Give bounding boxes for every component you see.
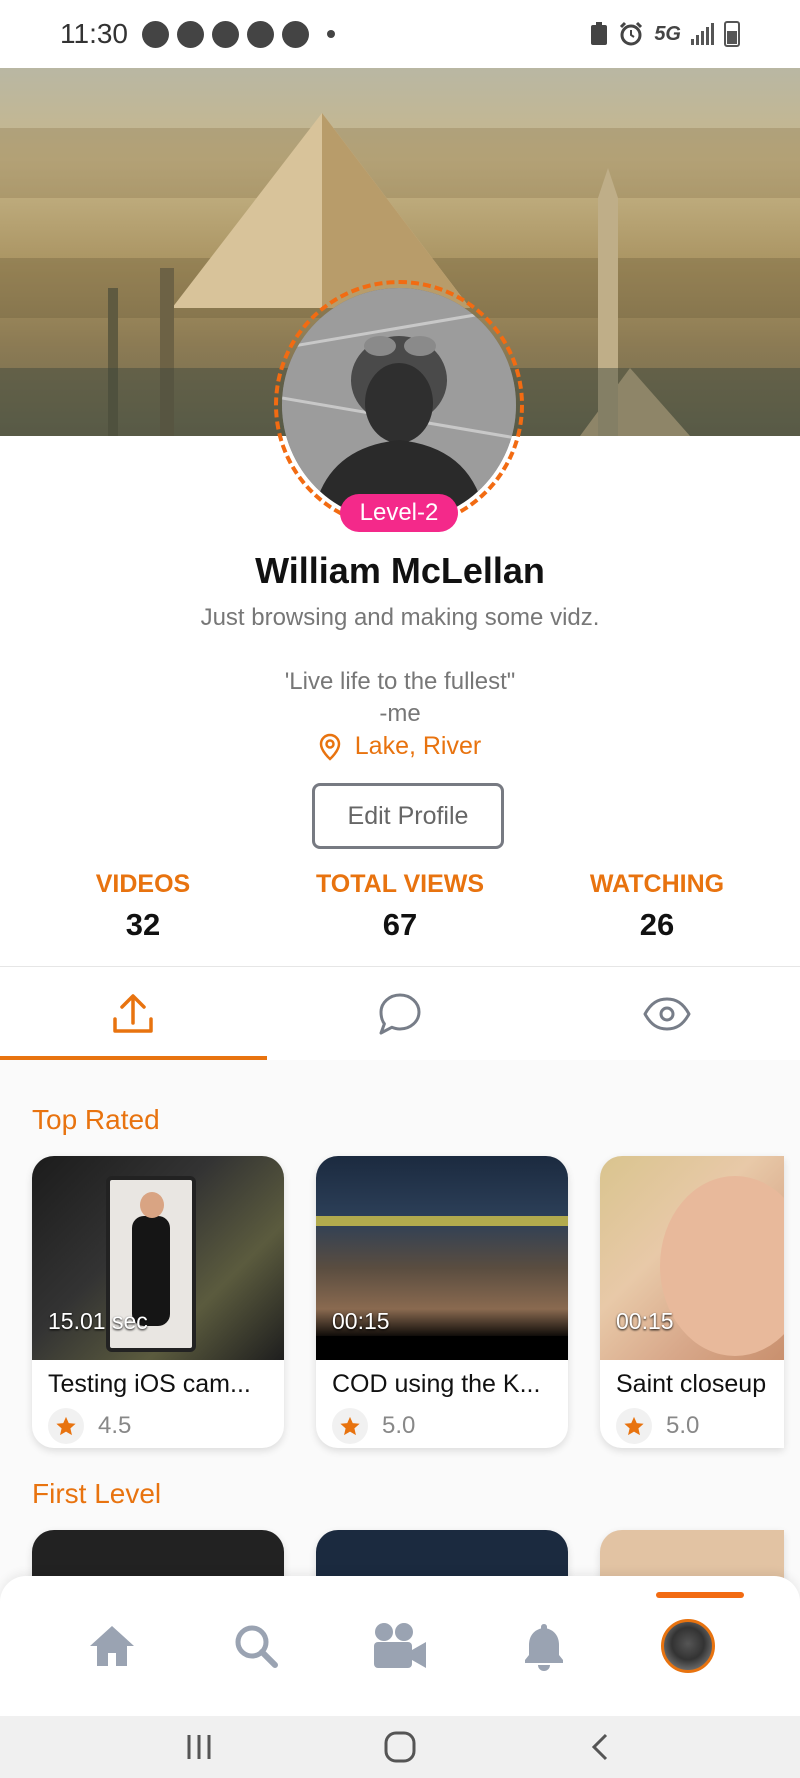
alarm-icon [620,21,643,46]
nav-notifications[interactable] [504,1606,584,1686]
video-duration: 15.01 sec [48,1308,148,1334]
video-card[interactable]: 00:15 COD using the K... 5.0 [316,1156,568,1448]
nav-record[interactable] [360,1606,440,1686]
tab-watching[interactable] [533,967,800,1060]
level-badge: Level-2 [340,494,458,532]
stat-label: WATCHING [589,870,725,898]
video-camera-icon [374,1623,426,1668]
map-pin-icon [319,733,341,761]
stat-videos[interactable]: VIDEOS 32 [0,870,286,943]
chrome-icon [212,20,239,48]
profile-bio: Just browsing and making some vidz. [200,604,600,631]
video-card[interactable]: 15.01 sec Testing iOS cam... 4.5 [32,1156,284,1448]
chrome-icon [247,20,274,48]
recent-apps-icon[interactable] [184,1732,214,1762]
section-title-top-rated: Top Rated [32,1104,160,1135]
status-time: 11:30 [60,18,128,49]
stat-value: 26 [639,907,675,942]
search-icon [235,1625,278,1668]
upload-icon [113,993,154,1033]
profile-avatar[interactable] [282,288,516,522]
stat-watching[interactable]: WATCHING 26 [514,870,800,943]
notification-icons [142,20,335,48]
nav-profile[interactable] [648,1592,744,1686]
home-button-icon[interactable] [383,1730,417,1764]
stat-total-views[interactable]: TOTAL VIEWS 67 [286,870,514,943]
tab-comments[interactable] [267,967,534,1060]
signal-icon [691,23,714,45]
active-tab-indicator [656,1592,744,1598]
star-icon [616,1408,652,1444]
stat-value: 32 [125,907,161,942]
network-type-label: 5G [654,22,681,45]
rating-value: 5.0 [666,1412,700,1439]
status-bar: 11:30 5G [0,0,800,68]
stat-label: TOTAL VIEWS [315,870,485,898]
video-rating: 5.0 [332,1408,415,1444]
video-duration: 00:15 [616,1308,674,1334]
nav-home[interactable] [72,1606,152,1686]
home-icon [90,1626,134,1666]
more-notifications-dot-icon [327,30,335,38]
battery-saver-icon [591,22,608,45]
messenger-icon [177,20,204,48]
nav-search[interactable] [216,1606,296,1686]
video-title: Saint closeup [616,1370,767,1398]
video-duration: 00:15 [332,1308,390,1334]
star-icon [48,1408,84,1444]
profile-location[interactable]: Lake, River [0,732,800,761]
profile-screen: 11:30 5G William McLellan Just browsing … [0,0,800,1778]
stat-value: 67 [382,907,418,942]
system-status-icons: 5G [590,21,740,47]
messenger-icon [142,20,169,48]
video-title: Testing iOS cam... [48,1370,251,1398]
video-card[interactable]: 00:15 Saint closeup 5.0 [600,1156,784,1448]
profile-stats: VIDEOS 32 TOTAL VIEWS 67 WATCHING 26 [0,870,800,943]
eye-icon [643,997,691,1030]
battery-icon [724,21,740,47]
tab-uploads[interactable] [0,967,267,1060]
profile-name: William McLellan [255,550,545,591]
avatar-portrait [282,288,516,522]
video-title: COD using the K... [332,1370,541,1398]
profile-tabs [0,966,800,1060]
chat-bubble-icon [379,993,421,1034]
rating-value: 4.5 [98,1412,132,1439]
bell-icon [525,1624,563,1671]
star-icon [332,1408,368,1444]
stat-label: VIDEOS [95,870,191,898]
profile-quote: 'Live life to the fullest" -me [284,668,516,727]
back-icon[interactable] [586,1732,616,1762]
edit-profile-button[interactable]: Edit Profile [312,783,504,849]
video-rating: 4.5 [48,1408,131,1444]
system-navigation-bar [0,1716,800,1778]
location-label: Lake, River [354,732,482,760]
chrome-icon [282,20,309,48]
section-title-first-level: First Level [32,1478,162,1509]
profile-avatar-icon [661,1619,715,1673]
video-rating: 5.0 [616,1408,699,1444]
rating-value: 5.0 [382,1412,416,1439]
bottom-navigation [0,1576,800,1716]
